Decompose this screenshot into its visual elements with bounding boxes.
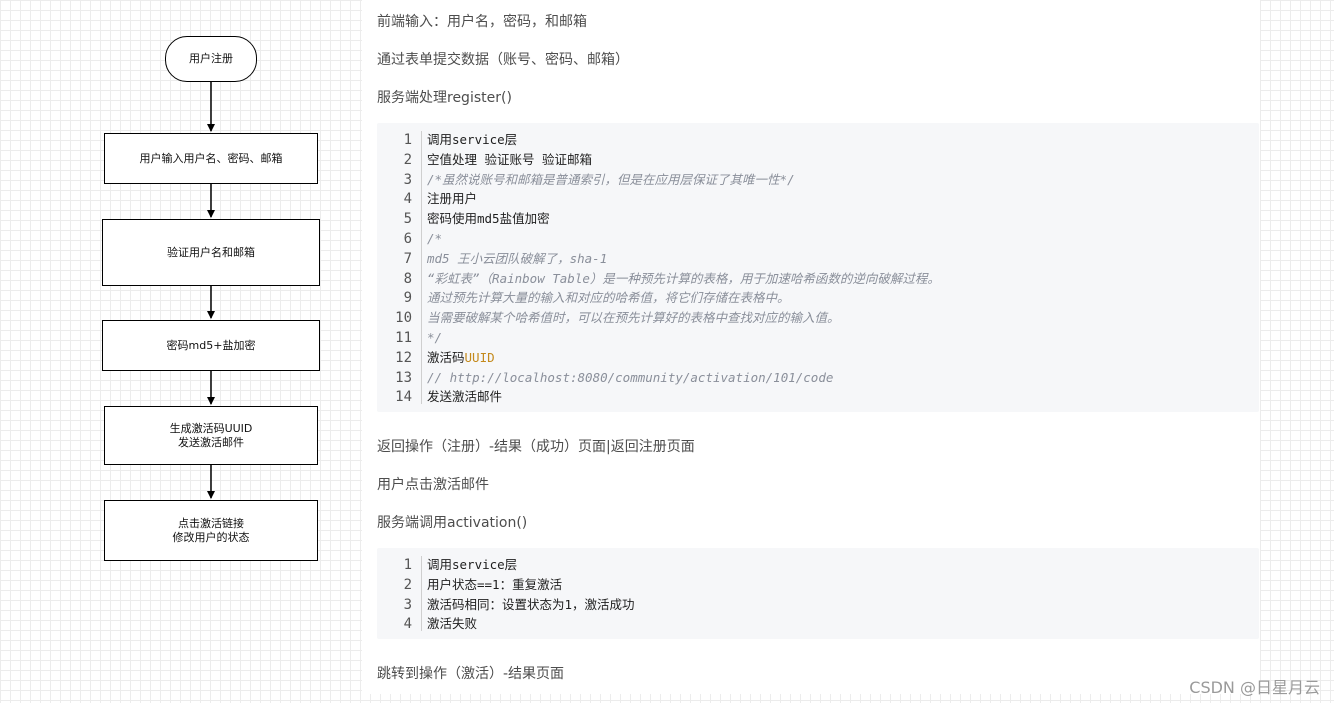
line-number: 12	[395, 349, 412, 366]
code-text: 用户状态==1：重复激活	[427, 575, 562, 595]
code-text-part: */	[427, 330, 443, 345]
code-text-part: 激活码	[427, 349, 465, 365]
code-text-part: 密码使用md5盐值加密	[427, 211, 550, 227]
csdn-watermark: CSDN @日星月云	[1189, 678, 1320, 697]
code-text: 调用service层	[427, 130, 517, 150]
code-comment: md5 王小云团队破解了，sha-1	[427, 249, 607, 269]
paragraph-server-activation: 服务端调用activation()	[377, 515, 528, 531]
line-number: 13	[395, 369, 412, 386]
code-comment: “彩虹表”（Rainbow Table）是一种预先计算的表格，用于加速哈希函数的…	[427, 269, 940, 289]
flow-node-label: 用户注册	[189, 52, 233, 65]
line-number: 2	[403, 151, 412, 168]
flow-node-input: 用户输入用户名、密码、邮箱	[104, 133, 318, 184]
code-line: 6 /*	[377, 229, 1259, 249]
code-line: 2 空值处理 验证账号 验证邮箱	[377, 150, 1259, 170]
code-line: 3 /*虽然说账号和邮箱是普通索引，但是在应用层保证了其唯一性*/	[377, 170, 1259, 190]
flow-node-label: 用户输入用户名、密码、邮箱	[139, 151, 283, 165]
code-block-activation: 1 调用service层 2 用户状态==1：重复激活 3 激活码相同：设置状态为1，激活…	[377, 548, 1259, 639]
flow-node-click-link: 点击激活链接 修改用户的状态	[104, 500, 318, 561]
code-line: 2 用户状态==1：重复激活	[377, 575, 1259, 595]
flow-node-activation-code: 生成激活码UUID 发送激活邮件	[104, 406, 318, 465]
code-text-part: 发送激活邮件	[427, 389, 503, 405]
code-keyword: UUID	[464, 349, 495, 365]
line-number: 10	[395, 310, 412, 327]
code-text-part: /*虽然说账号和邮箱是普通索引，但是在应用层保证了其唯一性*/	[427, 171, 795, 187]
line-number: 4	[403, 191, 412, 208]
code-text: 注册用户	[427, 189, 477, 209]
flow-node-label: 密码md5+盐加密	[166, 338, 256, 352]
paragraph-redirect-activation: 跳转到操作（激活）-结果页面	[377, 666, 565, 682]
code-text-part: 注册用户	[427, 191, 478, 207]
flow-node-start: 用户注册	[165, 36, 257, 82]
flow-node-label: 验证用户名和邮箱	[167, 245, 255, 259]
code-line: 1 调用service层	[377, 130, 1259, 150]
line-number: 5	[403, 211, 412, 228]
code-line: 14 发送激活邮件	[377, 387, 1259, 407]
code-line: 12 激活码UUID	[377, 348, 1259, 368]
line-number: 6	[403, 231, 412, 247]
code-comment: /*	[427, 229, 442, 249]
document-panel: 前端输入：用户名，密码，和邮箱 通过表单提交数据（账号、密码、邮箱） 服务端处理…	[362, 0, 1260, 694]
code-text-part: 激活码相同：设置状态为1，激活成功	[427, 596, 635, 612]
flow-node-label: 发送激活邮件	[178, 435, 244, 449]
code-text-part: md5 王小云团队破解了，sha-1	[427, 250, 608, 266]
code-text-part: 用户状态==1：重复激活	[427, 576, 563, 592]
code-text-part: 空值处理 验证账号 验证邮箱	[427, 151, 593, 167]
code-block-register: 1 调用service层 2 空值处理 验证账号 验证邮箱 3 /*虽然说账号和邮箱是普通…	[377, 123, 1259, 412]
line-number: 3	[403, 171, 412, 188]
code-text-part: /*	[427, 231, 443, 246]
code-text-part: 当需要破解某个哈希值时，可以在预先计算好的表格中查找对应的输入值。	[427, 310, 840, 326]
line-number: 9	[403, 290, 412, 307]
code-text: 发送激活邮件	[427, 387, 502, 407]
line-number: 1	[403, 132, 412, 148]
code-text-part: 激活失败	[427, 616, 478, 632]
flow-node-encrypt: 密码md5+盐加密	[102, 320, 320, 371]
code-line: 5 密码使用md5盐值加密	[377, 209, 1259, 229]
flow-node-verify: 验证用户名和邮箱	[102, 219, 320, 286]
flow-node-label: 修改用户的状态	[172, 530, 250, 544]
paragraph-frontend-input: 前端输入：用户名，密码，和邮箱	[377, 14, 587, 30]
code-line: 11 */	[377, 328, 1259, 348]
code-line: 8 “彩虹表”（Rainbow Table）是一种预先计算的表格，用于加速哈希函数…	[377, 269, 1259, 289]
code-line: 10 当需要破解某个哈希值时，可以在预先计算好的表格中查找对应的输入值。	[377, 308, 1259, 328]
line-number: 7	[403, 250, 412, 267]
code-comment: // http://localhost:8080/community/activ…	[427, 368, 833, 388]
code-text: 激活码相同：设置状态为1，激活成功	[427, 595, 635, 615]
code-text-part: 调用service层	[427, 132, 518, 147]
code-text-part: 通过预先计算大量的输入和对应的哈希值，将它们存储在表格中。	[427, 290, 790, 306]
code-line: 1 调用service层	[377, 555, 1259, 575]
paragraph-return-register: 返回操作（注册）-结果（成功）页面|返回注册页面	[377, 439, 695, 455]
line-number: 2	[403, 576, 412, 593]
code-comment: /*虽然说账号和邮箱是普通索引，但是在应用层保证了其唯一性*/	[427, 170, 795, 190]
flow-node-label: 点击激活链接	[178, 516, 244, 530]
code-text-part: “彩虹表”（Rainbow Table）是一种预先计算的表格，用于加速哈希函数的…	[427, 270, 940, 286]
code-line: 9 通过预先计算大量的输入和对应的哈希值，将它们存储在表格中。	[377, 288, 1259, 308]
flow-node-label: 生成激活码UUID	[169, 421, 253, 435]
line-number: 14	[395, 389, 412, 406]
code-text: 空值处理 验证账号 验证邮箱	[427, 150, 592, 170]
line-number: 11	[395, 330, 412, 346]
line-number: 8	[403, 270, 412, 287]
code-line: 4 注册用户	[377, 189, 1259, 209]
code-line: 4 激活失败	[377, 614, 1259, 634]
code-line: 7 md5 王小云团队破解了，sha-1	[377, 249, 1259, 269]
code-text: 调用service层	[427, 555, 517, 575]
code-comment: 当需要破解某个哈希值时，可以在预先计算好的表格中查找对应的输入值。	[427, 308, 840, 328]
code-text: 激活失败	[427, 614, 477, 634]
code-text: 密码使用md5盐值加密	[427, 209, 550, 229]
line-number: 3	[403, 596, 412, 613]
code-line: 3 激活码相同：设置状态为1，激活成功	[377, 595, 1259, 615]
code-text-part: 调用service层	[427, 557, 518, 572]
line-number: 1	[403, 557, 412, 573]
paragraph-user-clicks-email: 用户点击激活邮件	[377, 477, 489, 493]
line-number: 4	[403, 616, 412, 633]
code-comment: 通过预先计算大量的输入和对应的哈希值，将它们存储在表格中。	[427, 288, 790, 308]
code-text: 激活码UUID	[427, 348, 495, 368]
paragraph-server-register: 服务端处理register()	[377, 90, 512, 106]
code-text-part: // http://localhost:8080/community/activ…	[427, 369, 834, 385]
code-line: 13 // http://localhost:8080/community/act…	[377, 368, 1259, 388]
code-comment: */	[427, 328, 442, 348]
paragraph-form-submit: 通过表单提交数据（账号、密码、邮箱）	[377, 52, 629, 68]
